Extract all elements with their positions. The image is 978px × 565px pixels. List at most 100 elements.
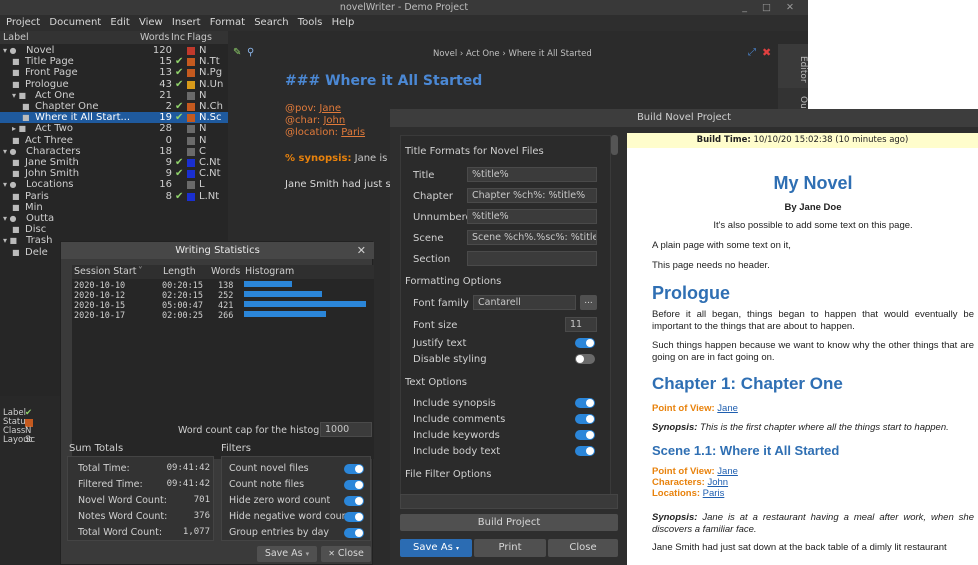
hist-cap-input[interactable]: 1000 — [320, 422, 372, 437]
tree-item-flag: N.Pg — [199, 67, 223, 79]
text-option-toggle[interactable] — [575, 446, 595, 456]
format-field[interactable]: %title% — [467, 209, 597, 224]
tree-row[interactable]: ■ Act Three 0 N — [0, 135, 228, 146]
filter-label: Count note files — [229, 479, 305, 490]
format-field[interactable]: %title% — [467, 167, 597, 182]
tree-row[interactable]: ■ Disc — [0, 224, 228, 235]
build-close-button[interactable]: Close — [548, 539, 618, 557]
tree-row[interactable]: ▾ ● Outta — [0, 213, 228, 224]
stats-close-button[interactable]: ✕ Close — [321, 546, 371, 562]
tree-item-words: 19 — [159, 112, 172, 124]
stats-close-icon[interactable]: ✕ — [357, 242, 366, 259]
tree-row[interactable]: ▸ ■ Act Two 28 N — [0, 123, 228, 134]
maximize-icon[interactable]: ⤢ — [748, 47, 756, 58]
text-option-label: Include synopsis — [413, 398, 496, 409]
col-length[interactable]: Length — [163, 265, 196, 279]
pov-value[interactable]: Jane — [319, 103, 341, 114]
preview-pov-link[interactable]: Jane — [717, 403, 738, 414]
tree-row[interactable]: ■ Jane Smith 9 ✔ C.Nt — [0, 157, 228, 168]
filter-toggle[interactable] — [344, 512, 364, 522]
pencil-icon[interactable]: ✎ — [233, 47, 241, 58]
window-controls[interactable]: _ □ ✕ — [742, 0, 800, 15]
build-time-label: Build Time: — [696, 135, 751, 145]
tree-row[interactable]: ▾ ● Characters 18 C — [0, 146, 228, 157]
filter-toggle[interactable] — [344, 464, 364, 474]
font-family-field[interactable]: Cantarell — [473, 295, 576, 310]
tree-row[interactable]: ■ Min — [0, 202, 228, 213]
preview-loc-link[interactable]: Paris — [703, 488, 725, 499]
stats-row[interactable]: 2020-10-10 00:20:15 138 — [72, 281, 374, 291]
session-date: 2020-10-17 — [74, 311, 126, 321]
char-value[interactable]: John — [323, 115, 345, 126]
col-words[interactable]: Words — [211, 265, 240, 279]
tree-item-label: Paris — [25, 190, 49, 202]
filter-toggle[interactable] — [344, 496, 364, 506]
histogram-bar — [244, 301, 366, 307]
stats-save-as-button[interactable]: Save As ▾ — [257, 546, 317, 562]
filter-toggle[interactable] — [344, 528, 364, 538]
close-icon[interactable]: ✖ — [762, 46, 771, 59]
menu-format[interactable]: Format — [204, 15, 245, 31]
tree-row[interactable]: ■ Paris 8 ✔ L.Nt — [0, 191, 228, 202]
font-size-label: Font size — [413, 320, 458, 331]
tree-row[interactable]: ■ John Smith 9 ✔ C.Nt — [0, 168, 228, 179]
writing-statistics-dialog: Writing Statistics ✕ Session Start ˅ Len… — [60, 241, 374, 565]
build-preview[interactable]: Build Time: 10/10/20 15:02:38 (10 minute… — [627, 133, 978, 565]
menu-edit[interactable]: Edit — [104, 15, 129, 31]
tree-row[interactable]: ■ Prologue 43 ✔ N.Un — [0, 79, 228, 90]
font-size-spinbox[interactable]: 11 — [565, 317, 597, 332]
search-icon[interactable]: ⚲ — [247, 47, 254, 58]
tree-item-icon: ▾ ● — [3, 214, 17, 223]
stats-row[interactable]: 2020-10-12 02:20:15 252 — [72, 291, 374, 301]
build-options-scrollbar[interactable] — [611, 135, 618, 155]
menu-search[interactable]: Search — [248, 15, 288, 31]
tree-item-words: 15 — [159, 56, 172, 68]
tree-row[interactable]: ■ Where it All Start... 19 ✔ N.Sc — [0, 112, 228, 124]
histogram-bar — [244, 281, 293, 287]
col-words[interactable]: Words — [140, 31, 169, 44]
tree-row[interactable]: ■ Chapter One 2 ✔ N.Ch — [0, 101, 228, 112]
col-inc[interactable]: Inc — [171, 31, 185, 44]
tree-item-flag: C.Nt — [199, 157, 221, 168]
filter-toggle[interactable] — [344, 480, 364, 490]
disable-styling-toggle[interactable] — [575, 354, 595, 364]
tree-row[interactable]: ▾ ■ Act One 21 N — [0, 90, 228, 101]
menu-tools[interactable]: Tools — [292, 15, 323, 31]
menu-help[interactable]: Help — [326, 15, 355, 31]
col-label[interactable]: Label — [3, 31, 29, 44]
col-histogram[interactable]: Histogram — [245, 265, 294, 279]
menu-project[interactable]: Project — [0, 15, 40, 31]
tree-row[interactable]: ■ Front Page 13 ✔ N.Pg — [0, 67, 228, 78]
col-flags[interactable]: Flags — [187, 31, 212, 44]
font-picker-button[interactable]: ... — [580, 295, 597, 310]
tree-row[interactable]: ■ Title Page 15 ✔ N.Tt — [0, 56, 228, 67]
menu-insert[interactable]: Insert — [166, 15, 201, 31]
preview-pov2-link[interactable]: Jane — [717, 466, 738, 477]
loc-value[interactable]: Paris — [341, 127, 365, 138]
tree-row[interactable]: ▾ ● Locations 16 L — [0, 179, 228, 190]
format-field[interactable] — [467, 251, 597, 266]
preview-novel-title: My Novel — [773, 173, 853, 193]
build-project-button[interactable]: Build Project — [400, 514, 618, 531]
tab-editor[interactable]: Editor — [778, 44, 808, 88]
preview-p5: Such things happen because we want to kn… — [652, 340, 974, 363]
tree-item-flag: N — [199, 123, 207, 135]
col-session-start[interactable]: Session Start — [74, 265, 136, 279]
tree-item-status — [187, 170, 195, 179]
preview-char-link[interactable]: John — [707, 477, 728, 488]
format-field[interactable]: Chapter %ch%: %title% — [467, 188, 597, 203]
tree-row[interactable]: ▾ ● Novel 120 N — [0, 45, 228, 56]
text-option-toggle[interactable] — [575, 430, 595, 440]
justify-toggle[interactable] — [575, 338, 595, 348]
menu-document[interactable]: Document — [43, 15, 101, 31]
menu-view[interactable]: View — [133, 15, 163, 31]
build-print-button[interactable]: Print — [474, 539, 546, 557]
stats-row[interactable]: 2020-10-17 02:00:25 266 — [72, 311, 374, 321]
text-option-label: Include comments — [413, 414, 506, 425]
stats-row[interactable]: 2020-10-15 05:00:47 421 — [72, 301, 374, 311]
text-option-toggle[interactable] — [575, 414, 595, 424]
text-option-toggle[interactable] — [575, 398, 595, 408]
filters-title: Filters — [221, 443, 251, 454]
build-save-as-button[interactable]: Save As ▾ — [400, 539, 472, 557]
format-field[interactable]: Scene %ch%.%sc%: %title% — [467, 230, 597, 245]
